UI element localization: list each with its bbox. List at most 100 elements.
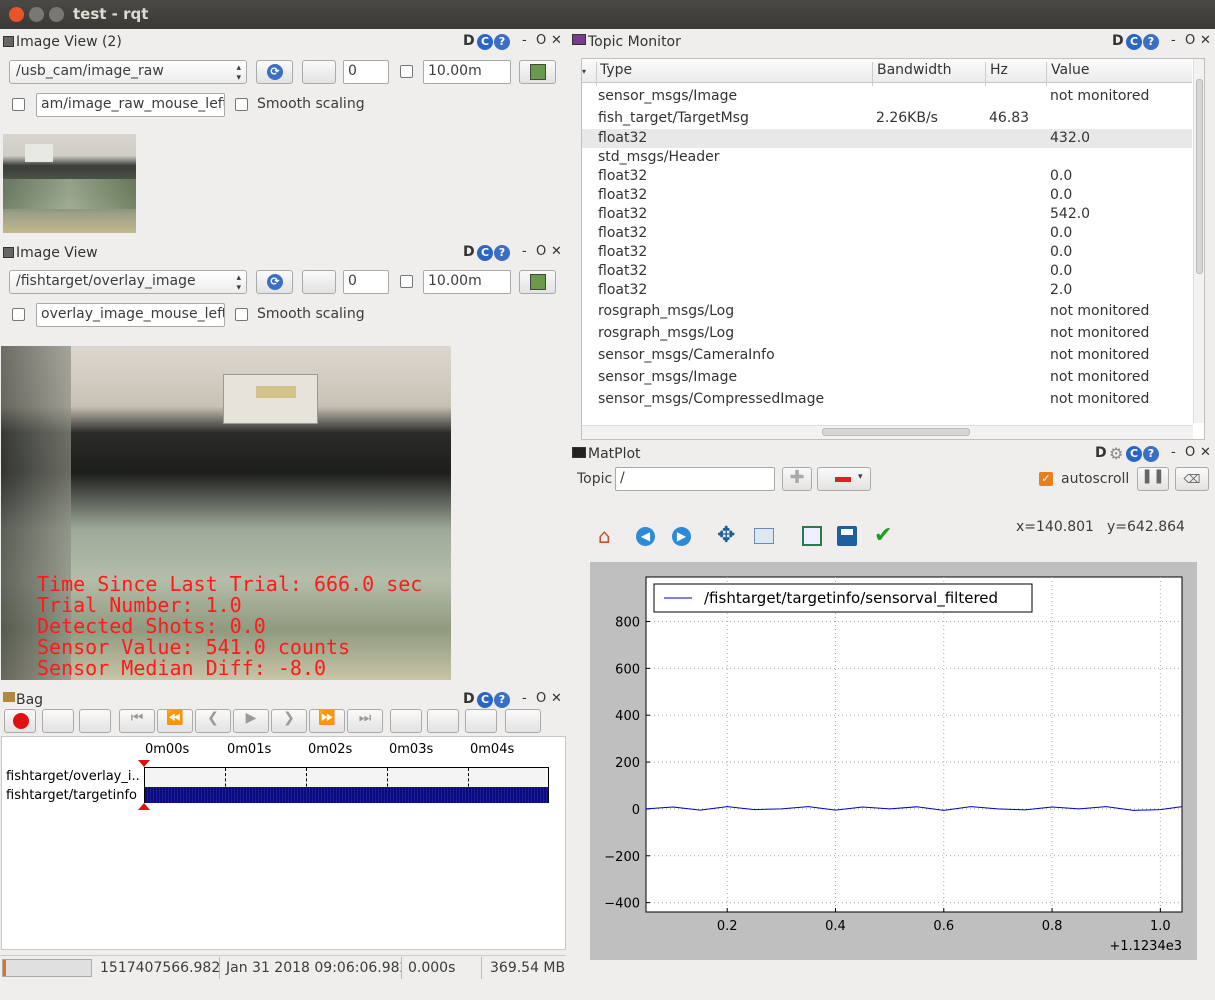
back-icon[interactable]: ◀ — [636, 527, 655, 546]
zoom-in-button[interactable] — [390, 709, 422, 733]
dock-d-button[interactable]: D — [1112, 33, 1124, 49]
autoscroll-checkbox[interactable]: ✓ — [1039, 472, 1053, 486]
topic-combo[interactable]: /usb_cam/image_raw ▴ ▾ — [9, 60, 247, 84]
smooth-scaling-checkbox[interactable] — [235, 98, 248, 111]
help-icon[interactable]: ? — [494, 245, 510, 261]
playhead-top-icon[interactable] — [138, 760, 150, 767]
dock-close-button[interactable]: ✕ — [551, 691, 562, 706]
table-row[interactable]: float32 0.0 — [582, 186, 1192, 205]
timeout-spin[interactable]: 10.00m — [423, 270, 511, 294]
step-forward-button[interactable]: ❯ — [271, 709, 307, 733]
dock-minimize-button[interactable]: - — [1171, 445, 1176, 460]
reload-icon[interactable]: C — [1126, 446, 1142, 462]
subplots-icon[interactable] — [802, 526, 822, 546]
figure-canvas[interactable]: 0.2 0.4 0.6 0.8 1.0 800 600 400 200 0 −200 −400 +1.1… — [590, 562, 1197, 960]
num-gridlines-checkbox[interactable] — [400, 65, 413, 78]
pan-icon[interactable]: ✥ — [717, 523, 735, 548]
rotation-spin[interactable]: 0 — [343, 60, 389, 84]
home-icon[interactable]: ⌂ — [598, 524, 611, 548]
reload-icon[interactable]: C — [477, 245, 493, 261]
table-row[interactable]: float32 0.0 — [582, 224, 1192, 243]
timeout-spin[interactable]: 10.00m — [423, 60, 511, 84]
table-row[interactable]: sensor_msgs/Image not monitored — [582, 85, 1192, 107]
reload-icon[interactable]: C — [1126, 34, 1142, 50]
refresh-topics-button[interactable]: ⟳ — [256, 270, 293, 294]
table-row[interactable]: float32 2.0 — [582, 281, 1192, 300]
horizontal-scrollbar[interactable] — [582, 425, 1193, 439]
add-topic-button[interactable]: ✚ — [782, 467, 812, 491]
dock-float-button[interactable]: O — [536, 33, 546, 48]
topic-combo[interactable]: /fishtarget/overlay_image ▴ ▾ — [9, 270, 247, 294]
mouse-topic-field[interactable]: am/image_raw_mouse_left — [36, 93, 225, 117]
table-row[interactable]: sensor_msgs/CameraInfo not monitored — [582, 344, 1192, 366]
clear-button[interactable]: ⌫ — [1175, 467, 1209, 491]
save-image-button[interactable] — [519, 60, 556, 84]
playhead-bottom-icon[interactable] — [138, 803, 150, 810]
table-row[interactable]: float32 432.0 — [582, 129, 1192, 148]
table-row[interactable]: float32 0.0 — [582, 262, 1192, 281]
gear-icon[interactable]: ⚙ — [1109, 444, 1123, 463]
zoom-all-button[interactable] — [465, 709, 497, 733]
refresh-topics-button[interactable]: ⟳ — [256, 60, 293, 84]
dock-d-button[interactable]: D — [463, 691, 475, 707]
table-row[interactable]: float32 542.0 — [582, 205, 1192, 224]
scroll-thumb[interactable] — [822, 428, 970, 436]
dock-float-button[interactable]: O — [1185, 33, 1195, 48]
smooth-scaling-checkbox[interactable] — [235, 308, 248, 321]
table-row[interactable]: sensor_msgs/Image not monitored — [582, 366, 1192, 388]
table-row[interactable]: float32 0.0 — [582, 167, 1192, 186]
dock-minimize-button[interactable]: - — [1171, 33, 1176, 48]
table-row[interactable]: rosgraph_msgs/Log not monitored — [582, 300, 1192, 322]
publish-click-checkbox[interactable] — [12, 308, 25, 321]
dock-minimize-button[interactable]: - — [522, 33, 527, 48]
zoom-rect-icon[interactable] — [754, 528, 774, 544]
play-button[interactable]: ▶ — [233, 709, 269, 733]
record-button[interactable] — [4, 709, 36, 733]
dock-float-button[interactable]: O — [1185, 445, 1195, 460]
mouse-topic-field[interactable]: overlay_image_mouse_left — [36, 303, 225, 327]
faster-button[interactable]: ⏩ — [309, 709, 345, 733]
help-icon[interactable]: ? — [1143, 34, 1159, 50]
dock-d-button[interactable]: D — [463, 33, 475, 49]
column-header[interactable]: Type — [596, 62, 632, 86]
table-row[interactable]: sensor_msgs/CompressedImage not monitored — [582, 388, 1192, 410]
slower-button[interactable]: ⏪ — [157, 709, 193, 733]
rotation-spin[interactable]: 0 — [343, 270, 389, 294]
dock-close-button[interactable]: ✕ — [1200, 445, 1211, 460]
remove-topic-button[interactable]: ▾ — [817, 467, 871, 491]
begin-button[interactable]: ⏮ — [119, 709, 155, 733]
topic-input[interactable]: / — [615, 467, 775, 491]
zoom-out-button[interactable] — [427, 709, 459, 733]
dock-minimize-button[interactable]: - — [522, 244, 527, 259]
zoom-button[interactable] — [302, 270, 336, 294]
dock-minimize-button[interactable]: - — [522, 691, 527, 706]
close-window-button[interactable] — [9, 7, 24, 22]
publish-click-checkbox[interactable] — [12, 98, 25, 111]
help-icon[interactable]: ? — [494, 692, 510, 708]
table-row[interactable]: rosgraph_msgs/Log not monitored — [582, 322, 1192, 344]
column-header[interactable]: Value — [1046, 62, 1089, 86]
reload-icon[interactable]: C — [477, 692, 493, 708]
minimize-window-button[interactable] — [29, 7, 44, 22]
dock-float-button[interactable]: O — [536, 244, 546, 259]
dock-float-button[interactable]: O — [536, 691, 546, 706]
bag-timeline[interactable]: 0m00s 0m01s 0m02s 0m03s 0m04s fishtarget… — [1, 736, 566, 950]
edit-curves-icon[interactable]: ✔ — [874, 523, 892, 548]
forward-icon[interactable]: ▶ — [672, 527, 691, 546]
dock-d-button[interactable]: D — [463, 244, 475, 260]
save-bag-button[interactable] — [79, 709, 111, 733]
num-gridlines-checkbox[interactable] — [400, 275, 413, 288]
column-header[interactable]: Hz — [985, 62, 1008, 86]
dock-close-button[interactable]: ✕ — [551, 244, 562, 259]
maximize-window-button[interactable] — [49, 7, 64, 22]
column-header[interactable]: Bandwidth — [872, 62, 952, 86]
load-bag-button[interactable] — [42, 709, 74, 733]
dock-close-button[interactable]: ✕ — [1200, 33, 1211, 48]
table-row[interactable]: std_msgs/Header — [582, 148, 1192, 167]
end-button[interactable]: ⏭ — [347, 709, 383, 733]
reload-icon[interactable]: C — [477, 34, 493, 50]
dock-d-button[interactable]: D — [1095, 445, 1107, 461]
table-row[interactable]: float32 0.0 — [582, 243, 1192, 262]
scroll-thumb[interactable] — [1196, 79, 1203, 274]
zoom-button[interactable] — [302, 60, 336, 84]
